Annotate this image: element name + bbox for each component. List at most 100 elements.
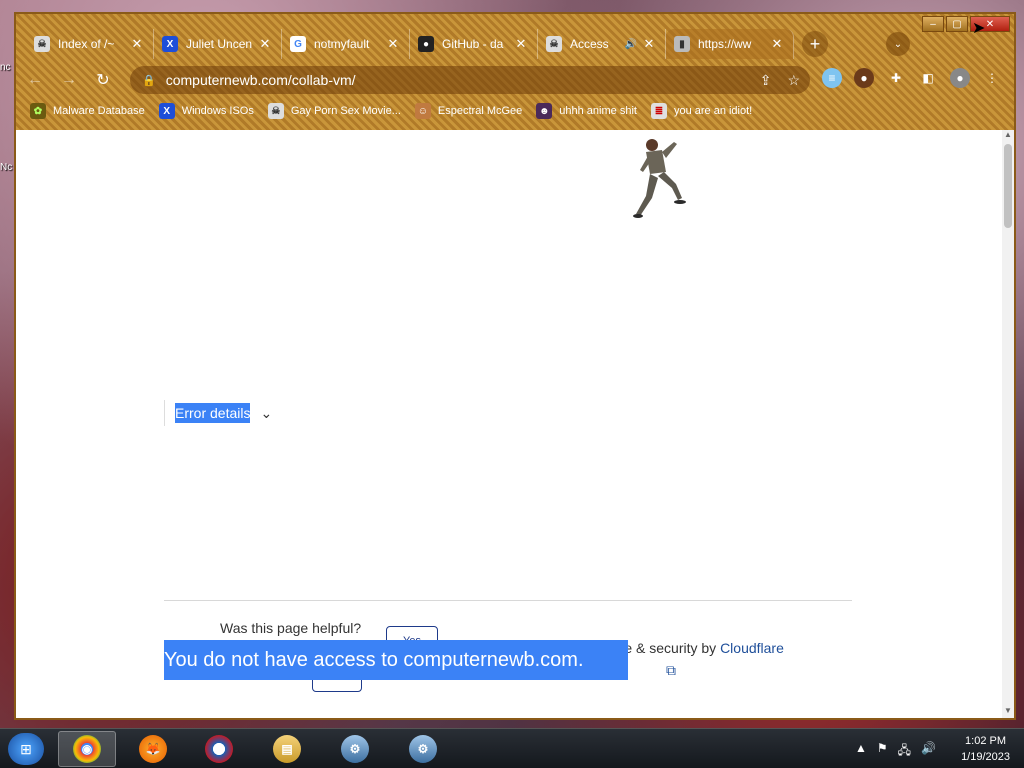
installer-icon-2: ⚙ xyxy=(409,735,437,763)
system-tray: ▲ ⚑ 🖧 🔊 xyxy=(855,741,936,762)
desktop-icon-label-1[interactable]: nc xyxy=(0,62,11,73)
extensions-area: ≡ ● ✚ ◧ ● ⋮ xyxy=(822,68,1002,88)
account-icon[interactable]: ● xyxy=(950,68,970,88)
footer-divider xyxy=(164,600,852,601)
error-details-toggle[interactable]: Error details ⌄ xyxy=(164,400,272,426)
browser-frame: – ▢ ✕ ☠ Index of /~ ✕ X Juliet Uncen ✕ Gnotmyf… xyxy=(16,14,1014,130)
bookmark-item[interactable]: ☺ Espectral McGee xyxy=(414,103,522,119)
tab-search-button[interactable]: ⌄ xyxy=(886,32,910,56)
share-icon[interactable]: ⇪ xyxy=(760,72,772,89)
skull-icon: ☠ xyxy=(34,36,50,52)
tab-title: https://ww xyxy=(698,37,752,51)
flag-icon: ≣ xyxy=(650,103,667,119)
tab-3[interactable]: ● GitHub - da ✕ xyxy=(410,29,538,59)
taskbar-app-0[interactable]: ◉ xyxy=(58,731,116,767)
scrollbar-thumb[interactable] xyxy=(1004,144,1012,228)
scroll-down-icon[interactable]: ▼ xyxy=(1002,706,1014,718)
close-tab-icon[interactable]: ✕ xyxy=(257,36,273,52)
clock-date: 1/19/2023 xyxy=(961,751,1010,763)
tray-expand-icon[interactable]: ▲ xyxy=(855,741,867,762)
tab-title: notmyfault xyxy=(314,37,370,51)
chrome-icon: ◉ xyxy=(73,735,101,763)
character-icon: ☺ xyxy=(414,103,431,119)
close-tab-icon[interactable]: ✕ xyxy=(385,36,401,52)
taskbar-app-1[interactable]: 🦊 xyxy=(124,731,182,767)
clock-time: 1:02 PM xyxy=(965,735,1007,747)
bookmark-item[interactable]: ☻ uhhh anime shit xyxy=(536,103,637,119)
tab-strip: ☠ Index of /~ ✕ X Juliet Uncen ✕ Gnotmyfault ✕ ●… xyxy=(26,28,828,60)
volume-icon[interactable]: 🔊 xyxy=(921,741,936,762)
url-text[interactable]: computernewb.com/collab-vm/ xyxy=(166,72,356,88)
bookmark-item[interactable]: ✿ Malware Database xyxy=(30,103,145,119)
tab-title: Juliet Uncen xyxy=(186,37,253,51)
chevron-down-icon[interactable]: ⌄ xyxy=(260,405,272,422)
x-logo-icon: X xyxy=(158,103,175,119)
tab-4[interactable]: ☠ Access 🔊 ✕ xyxy=(538,29,666,59)
tab-2[interactable]: Gnotmyfault ✕ xyxy=(282,29,410,59)
tab-1[interactable]: X Juliet Uncen ✕ xyxy=(154,29,282,59)
clock[interactable]: 1:02 PM 1/19/2023 xyxy=(961,733,1010,765)
mouse-cursor-icon: ➤ xyxy=(972,20,986,37)
extensions-puzzle-icon[interactable]: ✚ xyxy=(886,68,906,88)
firefox-icon: 🦊 xyxy=(139,735,167,763)
tab-5[interactable]: ▮ https://ww ✕ xyxy=(666,29,794,59)
github-icon: ● xyxy=(418,36,434,52)
tab-title: Index of /~ xyxy=(58,37,115,51)
bookmark-label: Windows ISOs xyxy=(181,105,254,117)
cloudflare-link[interactable]: Cloudflare xyxy=(720,640,784,656)
window-controls: – ▢ ✕ xyxy=(922,16,1010,32)
helpful-question: Was this page helpful? xyxy=(220,620,362,636)
back-button[interactable]: ← xyxy=(20,65,50,95)
audio-playing-icon[interactable]: 🔊 xyxy=(625,39,637,50)
scroll-up-icon[interactable]: ▲ xyxy=(1002,130,1014,142)
bookmarks-bar: ✿ Malware Database X Windows ISOs ☠ Gay Porn … xyxy=(30,100,752,122)
vertical-scrollbar[interactable]: ▲ ▼ xyxy=(1002,130,1014,718)
minimize-button[interactable]: – xyxy=(922,16,944,32)
menu-kebab-icon[interactable]: ⋮ xyxy=(982,68,1002,88)
google-icon: G xyxy=(290,36,306,52)
installer-icon: ⚙ xyxy=(341,735,369,763)
bookmark-item[interactable]: X Windows ISOs xyxy=(158,103,254,119)
x-logo-icon: X xyxy=(162,36,178,52)
taskbar-app-4[interactable]: ⚙ xyxy=(326,731,384,767)
new-tab-button[interactable]: + xyxy=(802,31,828,57)
bookmark-star-icon[interactable]: ☆ xyxy=(787,72,800,89)
bookmark-label: you are an idiot! xyxy=(673,105,753,117)
reload-button[interactable]: ↻ xyxy=(88,65,118,95)
forward-button[interactable]: → xyxy=(54,65,84,95)
trans-flag-icon[interactable]: ≡ xyxy=(822,68,842,88)
close-tab-icon[interactable]: ✕ xyxy=(641,36,657,52)
bookmark-label: uhhh anime shit xyxy=(559,105,637,117)
anime-icon: ☻ xyxy=(536,103,553,119)
skull-icon: ☠ xyxy=(546,36,562,52)
bookmark-label: Gay Porn Sex Movie... xyxy=(290,105,401,117)
tab-0[interactable]: ☠ Index of /~ ✕ xyxy=(26,29,154,59)
close-tab-icon[interactable]: ✕ xyxy=(129,36,145,52)
profile-pic-icon[interactable]: ● xyxy=(854,68,874,88)
side-panel-icon[interactable]: ◧ xyxy=(918,68,938,88)
action-center-flag-icon[interactable]: ⚑ xyxy=(877,741,888,762)
malware-icon: ✿ xyxy=(30,103,46,119)
address-bar[interactable]: 🔒 computernewb.com/collab-vm/ ⇪ ☆ xyxy=(130,66,810,94)
error-details-label[interactable]: Error details xyxy=(175,403,251,423)
lock-icon[interactable]: 🔒 xyxy=(142,74,156,87)
close-tab-icon[interactable]: ✕ xyxy=(769,36,785,52)
taskbar: ⊞ ◉ 🦊 ◐ ▤ ⚙ ⚙ ▲ ⚑ 🖧 🔊 1:02 PM 1/19/2023 xyxy=(0,728,1024,768)
network-icon[interactable]: 🖧 xyxy=(898,741,911,762)
taskbar-app-5[interactable]: ⚙ xyxy=(394,731,452,767)
page-icon: ▮ xyxy=(674,36,690,52)
taskbar-app-3[interactable]: ▤ xyxy=(258,731,316,767)
tab-title: Access xyxy=(570,37,609,51)
taskbar-app-2[interactable]: ◐ xyxy=(190,731,248,767)
bookmark-item[interactable]: ≣ you are an idiot! xyxy=(650,103,753,119)
bookmark-label: Malware Database xyxy=(53,105,145,117)
start-button[interactable]: ⊞ xyxy=(8,733,44,765)
navigation-toolbar: ← → ↻ 🔒 computernewb.com/collab-vm/ ⇪ ☆ … xyxy=(16,64,1014,96)
tab-title: GitHub - da xyxy=(442,37,504,51)
close-tab-icon[interactable]: ✕ xyxy=(513,36,529,52)
access-denied-banner: You do not have access to computernewb.c… xyxy=(164,640,628,680)
external-link-icon[interactable]: ⧉ xyxy=(666,662,676,679)
desktop-icon-label-2[interactable]: Nc xyxy=(0,162,12,173)
bookmark-item[interactable]: ☠ Gay Porn Sex Movie... xyxy=(267,103,401,119)
maximize-button[interactable]: ▢ xyxy=(946,16,968,32)
